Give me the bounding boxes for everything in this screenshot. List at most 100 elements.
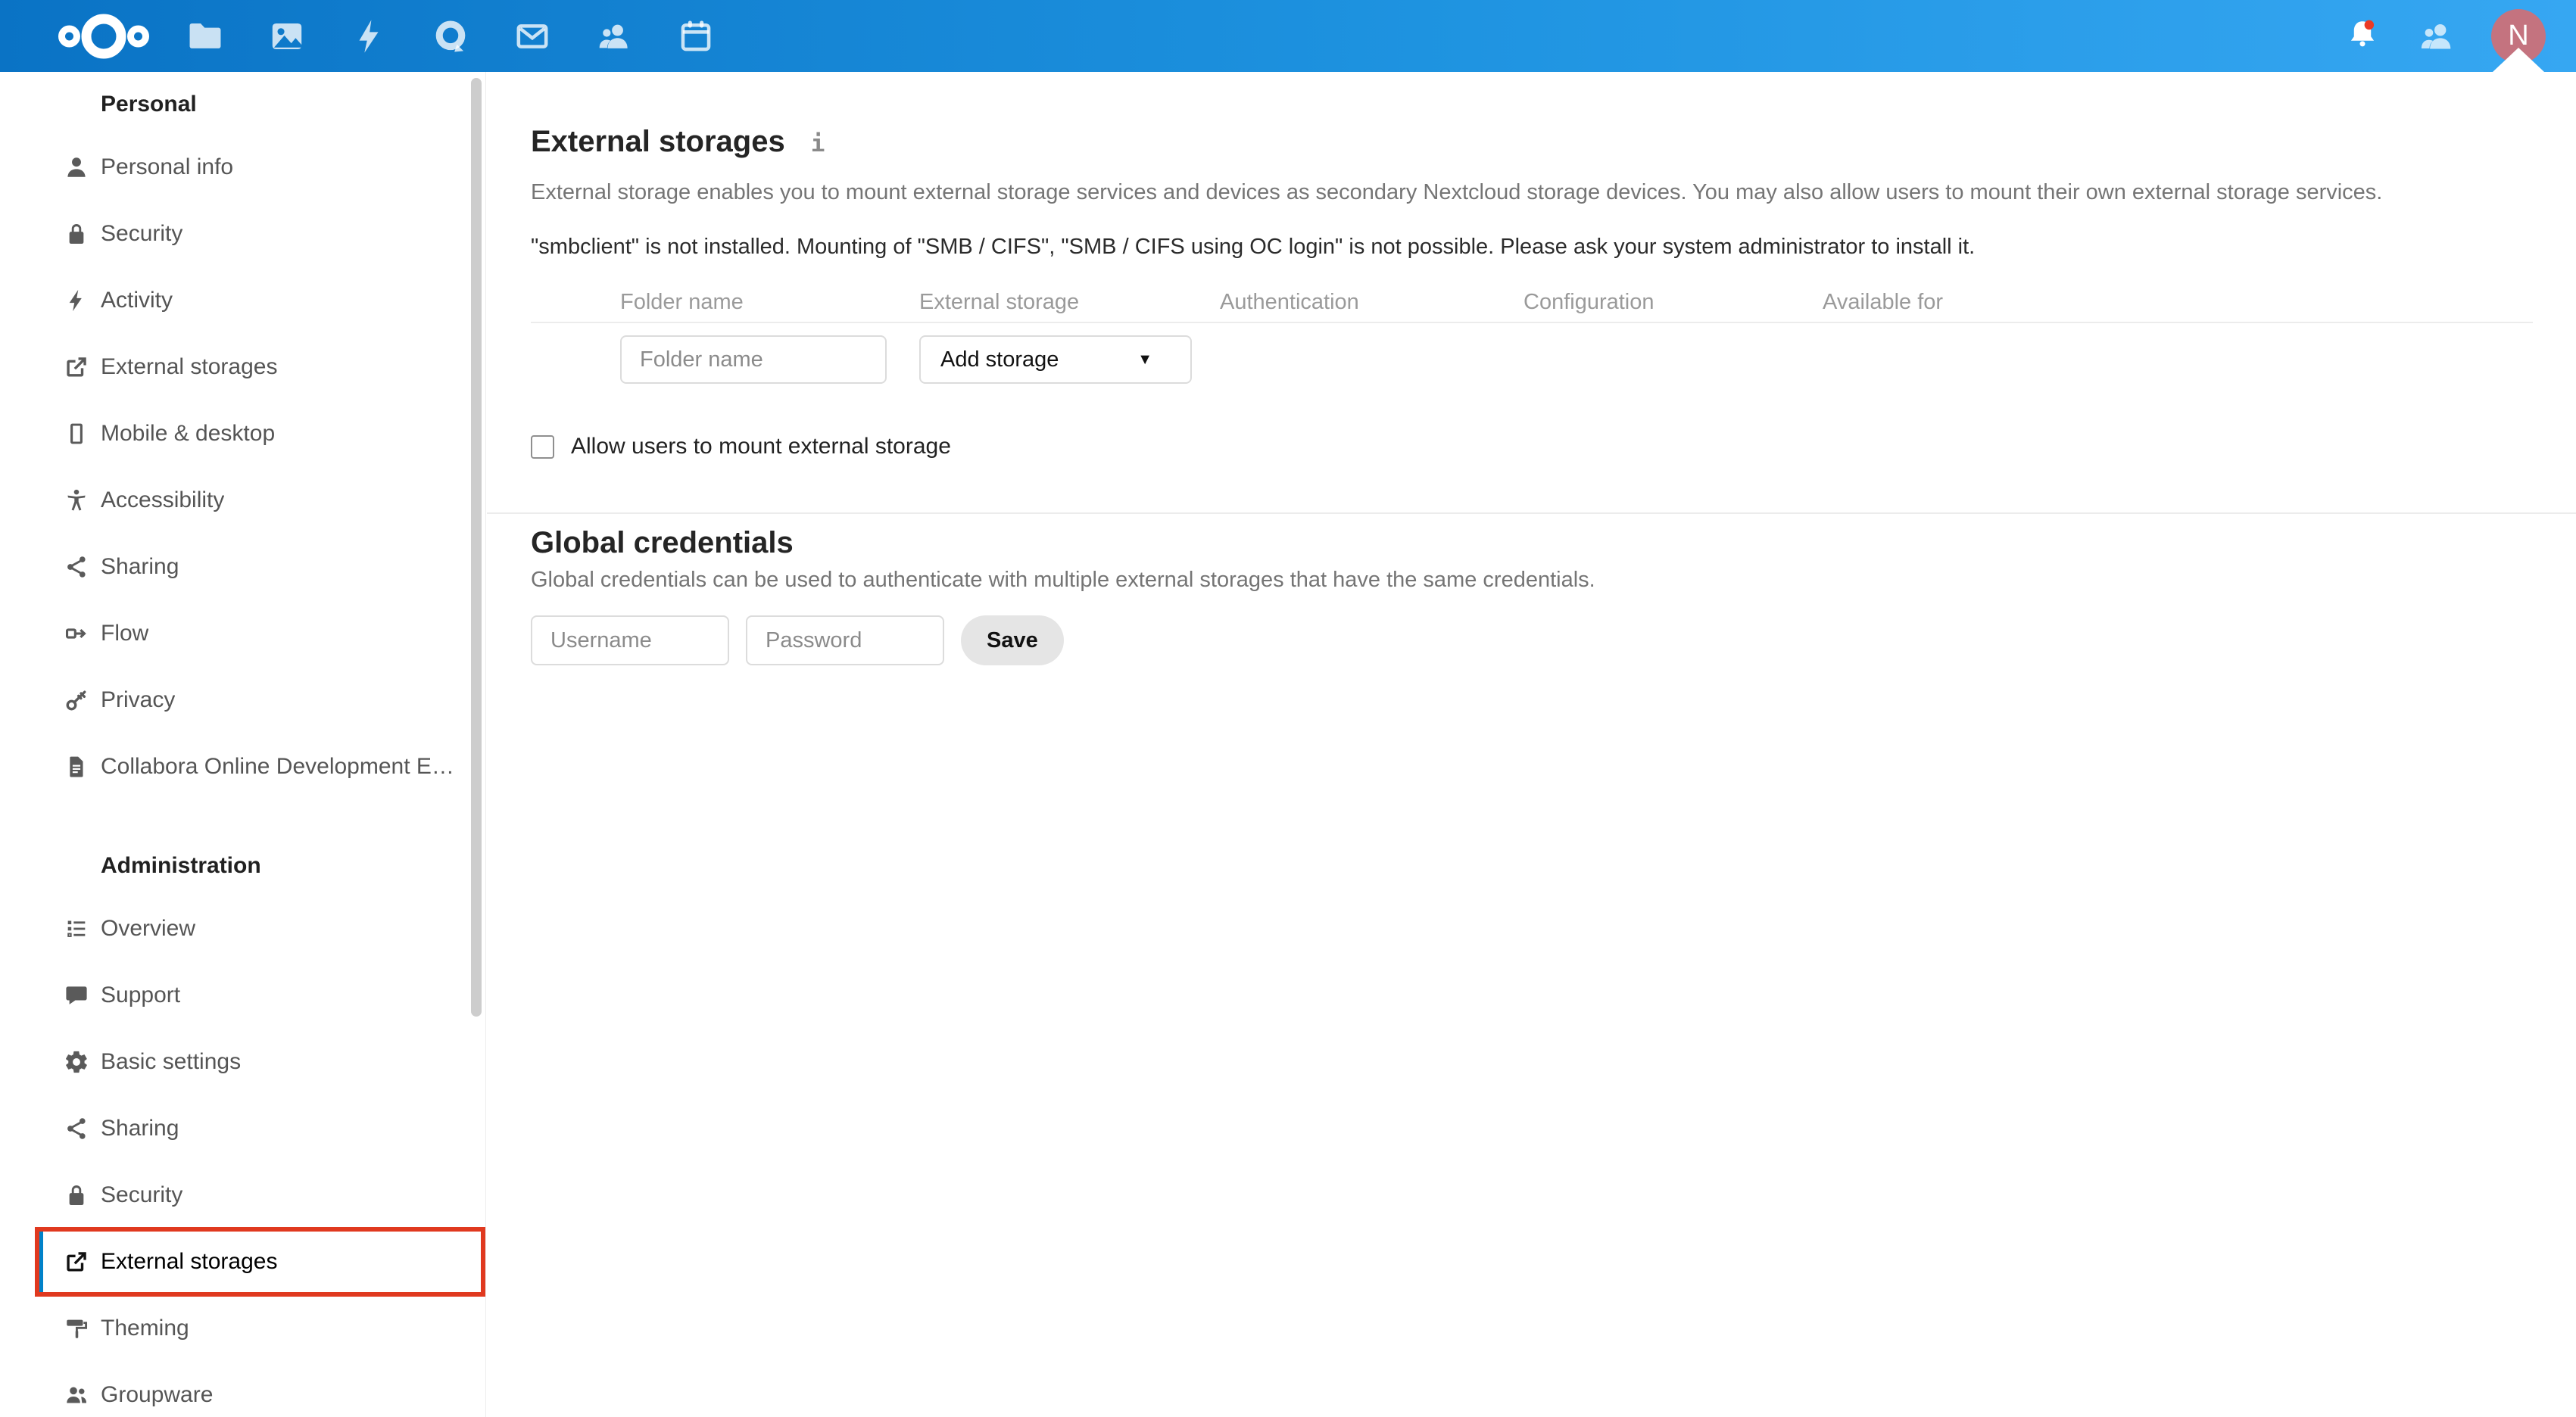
sidebar-item-label: Security [101,1182,183,1207]
contacts-icon [599,24,628,48]
sidebar-item-theming[interactable]: Theming [0,1295,485,1362]
sidebar-item-mobile-desktop[interactable]: Mobile & desktop [0,400,485,467]
table-header-row: Folder name External storage Authenticat… [531,287,2533,323]
calendar-icon [681,20,711,51]
settings-popover-caret [2493,48,2544,72]
sidebar-scrollbar-thumb[interactable] [471,78,482,1017]
add-storage-select-label: Add storage [940,347,1059,372]
unread-dot [2364,20,2375,30]
sidebar-item-label: Groupware [101,1382,214,1407]
save-button[interactable]: Save [961,615,1064,665]
gear-icon [66,1051,87,1073]
password-input[interactable] [746,615,944,665]
sidebar-item-external-storages-admin[interactable]: External storages [0,1227,485,1297]
new-storage-row: Add storage ▼ [531,335,2533,384]
sidebar-item-label: Sharing [101,554,179,579]
info-icon[interactable]: i [811,130,825,157]
sidebar-item-label: External storages [101,354,278,379]
sidebar-item-label: Overview [101,916,196,941]
external-link-icon [67,357,86,377]
talk-bubble-icon [435,20,466,51]
chevron-down-icon: ▼ [1137,350,1152,368]
notifications-button[interactable] [2343,17,2382,56]
contacts-icon [2421,23,2451,49]
add-storage-select[interactable]: Add storage ▼ [919,335,1192,384]
col-header-available-for: Available for [1823,289,1944,314]
col-header-configuration: Configuration [1523,289,1654,314]
sidebar-item-label: Flow [101,621,149,646]
sidebar-item-privacy[interactable]: Privacy [0,667,485,733]
col-header-external-storage: External storage [919,289,1080,314]
global-credentials-description: Global credentials can be used to authen… [531,568,1595,592]
files-app-button[interactable] [186,17,224,55]
sidebar-item-flow[interactable]: Flow [0,600,485,667]
settings-sidebar: Personal Personal info Security Activity… [0,72,486,1417]
main-content: External storages i External storage ena… [487,72,2576,1417]
photos-icon [272,23,302,49]
sidebar-item-collabora[interactable]: Collabora Online Development Edit… [0,733,485,800]
sidebar-item-basic-settings[interactable]: Basic settings [0,1029,485,1095]
activity-app-button[interactable] [350,17,388,55]
list-icon [67,920,86,937]
folder-name-input[interactable] [620,335,887,384]
global-credentials-form: Save [531,615,2533,665]
sidebar-item-label: Sharing [101,1116,179,1141]
sidebar-item-activity[interactable]: Activity [0,267,485,334]
sidebar-item-label: Activity [101,288,173,313]
col-header-folder-name: Folder name [620,289,744,314]
sidebar-item-label: Accessibility [101,487,225,512]
allow-user-mount-checkbox[interactable] [531,434,554,459]
lightning-icon [359,19,379,53]
sidebar-item-security-admin[interactable]: Security [0,1162,485,1229]
mail-app-button[interactable] [513,17,551,55]
external-storage-description: External storage enables you to mount ex… [531,180,2383,204]
sidebar-item-security-personal[interactable]: Security [0,201,485,267]
bell-icon [2350,20,2375,46]
sidebar-item-label: Basic settings [101,1049,242,1074]
allow-user-mount-row: Allow users to mount external storage [531,434,2533,459]
nextcloud-logo[interactable] [58,9,150,64]
sidebar-item-label: Support [101,983,181,1007]
sidebar-item-sharing-admin[interactable]: Sharing [0,1095,485,1162]
key-icon [66,690,86,711]
top-bar: N [0,0,2576,72]
calendar-app-button[interactable] [677,17,715,55]
sidebar-item-sharing-personal[interactable]: Sharing [0,534,485,600]
sidebar-item-external-storages-personal[interactable]: External storages [0,334,485,400]
sidebar-item-personal-info[interactable]: Personal info [0,134,485,201]
people-icon [67,1387,87,1403]
talk-app-button[interactable] [432,17,469,55]
chat-icon [66,986,87,1004]
sidebar-section-personal: Personal [101,92,197,117]
mail-icon [516,23,548,48]
page-title: External storages [531,125,785,158]
lock-icon [69,223,84,244]
smbclient-warning: "smbclient" is not installed. Mounting o… [531,235,1976,259]
sidebar-item-label: Personal info [101,154,234,179]
sidebar-section-administration: Administration [101,853,261,878]
external-link-icon [67,1252,86,1272]
sidebar-item-label: Security [101,221,183,246]
sidebar-item-groupware[interactable]: Groupware [0,1362,485,1417]
global-credentials-title: Global credentials [531,526,794,559]
sidebar-item-overview[interactable]: Overview [0,895,485,962]
app-launcher [186,17,715,55]
external-storages-table: Folder name External storage Authenticat… [531,287,2533,384]
sidebar-item-accessibility[interactable]: Accessibility [0,467,485,534]
sidebar-item-label: Mobile & desktop [101,421,276,446]
sidebar-item-label: Privacy [101,687,176,712]
section-divider [487,512,2576,514]
sidebar-item-label: Theming [101,1316,189,1341]
share-icon [67,556,86,578]
contacts-menu-button[interactable] [2417,17,2456,56]
photos-app-button[interactable] [268,17,306,55]
sidebar-item-label: External storages [101,1249,278,1274]
paint-roller-icon [67,1319,88,1338]
share-icon [67,1118,86,1139]
username-input[interactable] [531,615,729,665]
lock-icon [69,1185,84,1206]
document-icon [70,756,83,777]
sidebar-item-support[interactable]: Support [0,962,485,1029]
col-header-authentication: Authentication [1220,289,1359,314]
contacts-app-button[interactable] [595,17,633,55]
